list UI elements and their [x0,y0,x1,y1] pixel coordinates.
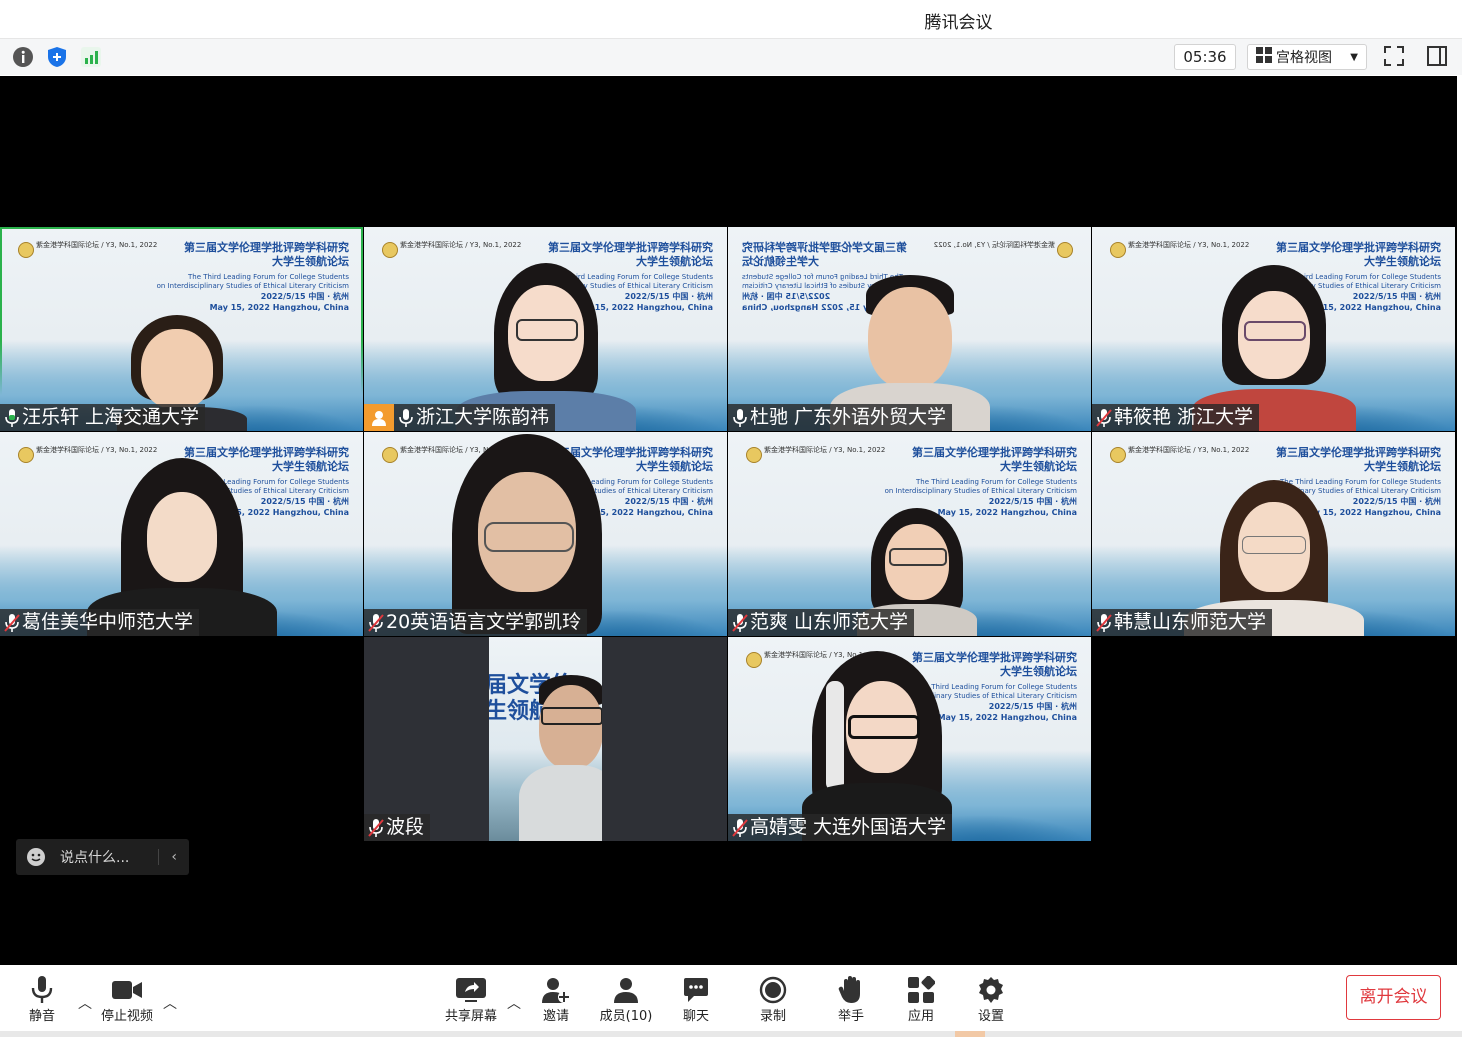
participant-tile[interactable]: 紫金港学科国际论坛 / Y3, No.1, 2022 第三届文学伦理学批评跨学科… [0,227,363,431]
mic-muted-icon [1096,613,1112,633]
mic-muted-icon [732,613,748,633]
network-signal-icon[interactable] [80,46,102,68]
mic-muted-icon [368,613,384,633]
emoji-icon[interactable] [26,847,46,867]
participant-video [452,434,603,636]
participant-name-tag: 杜驰 广东外语外贸大学 [728,404,953,431]
chat-button[interactable]: 聊天 [661,975,731,1024]
title-bar: 腾讯会议 [0,0,1462,39]
banner-subtitle: The Third Leading Forum for College Stud… [884,478,1077,495]
share-screen-icon [436,975,506,1005]
record-button[interactable]: 录制 [738,975,808,1024]
video-camera-icon [92,975,162,1005]
hand-icon [816,975,886,1005]
meeting-controls: 静音 ︿ 停止视频 ︿ 共享屏幕 ︿ 邀请 成员(10) 聊天 录制 举手 应用… [0,965,1462,1031]
participant-tile[interactable]: 紫金港学科国际论坛 / Y3, No.1, 2022 第三届文学伦理学批评跨学科… [364,227,727,431]
raise-hand-button[interactable]: 举手 [816,975,886,1024]
participant-tile[interactable]: 紫金港学科国际论坛 / Y3, No.1, 2022 第三届文学伦理学批评跨学科… [364,432,727,636]
banner-title: 第三届文学伦理学批评跨学科研究 大学生领航论坛 [742,241,907,268]
chevron-down-icon: ▼ [1350,51,1358,63]
members-button[interactable]: 成员(10) [591,975,661,1024]
security-shield-icon[interactable] [46,46,68,68]
sidebar-toggle-icon[interactable] [1426,45,1448,67]
bottom-edge [0,1031,1462,1037]
leave-meeting-button[interactable]: 离开会议 [1346,975,1441,1020]
mic-muted-icon [4,613,20,633]
view-mode-label: 宫格视图 [1276,50,1332,66]
chevron-up-icon[interactable]: ︿ [507,993,521,1013]
record-icon [738,975,808,1005]
host-badge-icon [364,404,394,431]
share-screen-button[interactable]: 共享屏幕 [436,975,506,1024]
mic-muted-icon [368,818,384,838]
meeting-timer: 05:36 [1174,44,1236,70]
info-icon[interactable] [12,46,34,68]
apps-button[interactable]: 应用 [886,975,956,1024]
participant-tile[interactable]: 紫金港学科国际论坛 / Y3, No.1, 2022 第三届文学伦理学批评跨学科… [1092,227,1455,431]
participant-name-tag: 韩慧山东师范大学 [1092,609,1273,636]
participant-tile[interactable]: 届文学伦 生领航论 波段 [364,637,727,841]
mic-on-icon [398,408,414,428]
banner-subtitle: The Third Leading Forum for College Stud… [156,273,349,290]
fullscreen-icon[interactable] [1383,45,1405,67]
banner-title: 第三届文学伦理学批评跨学科研究 大学生领航论坛 [184,241,349,268]
participant-name-tag: 韩筱艳 浙江大学 [1092,404,1260,431]
invite-button[interactable]: 邀请 [521,975,591,1024]
gear-icon [956,975,1026,1005]
microphone-icon [7,975,77,1005]
participant-tile[interactable]: 紫金港学科国际论坛 / Y3, No.1, 2022 第三届文学伦理学批评跨学科… [0,432,363,636]
mic-on-icon [732,408,748,428]
stop-video-button[interactable]: 停止视频 [92,975,162,1024]
banner-title: 第三届文学伦理学批评跨学科研究 大学生领航论坛 [1276,446,1441,473]
chat-input-box[interactable]: 说点什么... ‹ [16,839,189,875]
participant-tile[interactable]: 紫金港学科国际论坛 / Y3, No.1, 2022 第三届文学伦理学批评跨学科… [728,432,1091,636]
meeting-toolbar: 05:36 宫格视图 ▼ [0,39,1462,75]
participant-name-tag: 浙江大学陈韵祎 [364,404,556,431]
banner-date: 2022/5/15 中国 · 杭州 May 15, 2022 Hangzhou, … [209,292,349,312]
video-stage: 紫金港学科国际论坛 / Y3, No.1, 2022 第三届文学伦理学批评跨学科… [0,76,1457,965]
chevron-left-icon[interactable]: ‹ [158,849,189,865]
portrait-video: 届文学伦 生领航论 [489,637,602,841]
participant-name-tag: 20英语语言文学郭凯玲 [364,609,588,636]
mute-button[interactable]: 静音 [7,975,77,1024]
participant-video [801,651,952,841]
participant-name-tag: 波段 [364,814,431,841]
participant-name-tag: 高婧雯 大连外国语大学 [728,814,953,841]
participant-name-tag: 葛佳美华中师范大学 [0,609,200,636]
participant-tile[interactable]: 紫金港学科国际论坛 / Y3, No.1, 2022 第三届文学伦理学批评跨学科… [728,637,1091,841]
apps-grid-icon [886,975,956,1005]
chat-placeholder[interactable]: 说点什么... [60,847,158,867]
mic-muted-icon [1096,408,1112,428]
participant-name-tag: 汪乐轩 上海交通大学 [0,404,206,431]
add-user-icon [521,975,591,1005]
participant-name-tag: 范爽 山东师范大学 [728,609,915,636]
banner-title: 第三届文学伦理学批评跨学科研究 大学生领航论坛 [912,446,1077,473]
participant-tile[interactable]: 紫金港学科国际论坛 / Y3, No.1, 2022 第三届文学伦理学批评跨学科… [728,227,1091,431]
mic-muted-icon [732,818,748,838]
chat-bubble-icon [661,975,731,1005]
participant-tile[interactable]: 紫金港学科国际论坛 / Y3, No.1, 2022 第三届文学伦理学批评跨学科… [1092,432,1455,636]
view-mode-select[interactable]: 宫格视图 ▼ [1247,44,1367,70]
grid-view-icon [1256,47,1272,67]
window-title: 腾讯会议 [924,13,993,33]
chevron-up-icon[interactable]: ︿ [78,993,92,1013]
members-icon [591,975,661,1005]
mic-on-icon [4,408,20,428]
chevron-up-icon[interactable]: ︿ [163,993,177,1013]
settings-button[interactable]: 设置 [956,975,1026,1024]
